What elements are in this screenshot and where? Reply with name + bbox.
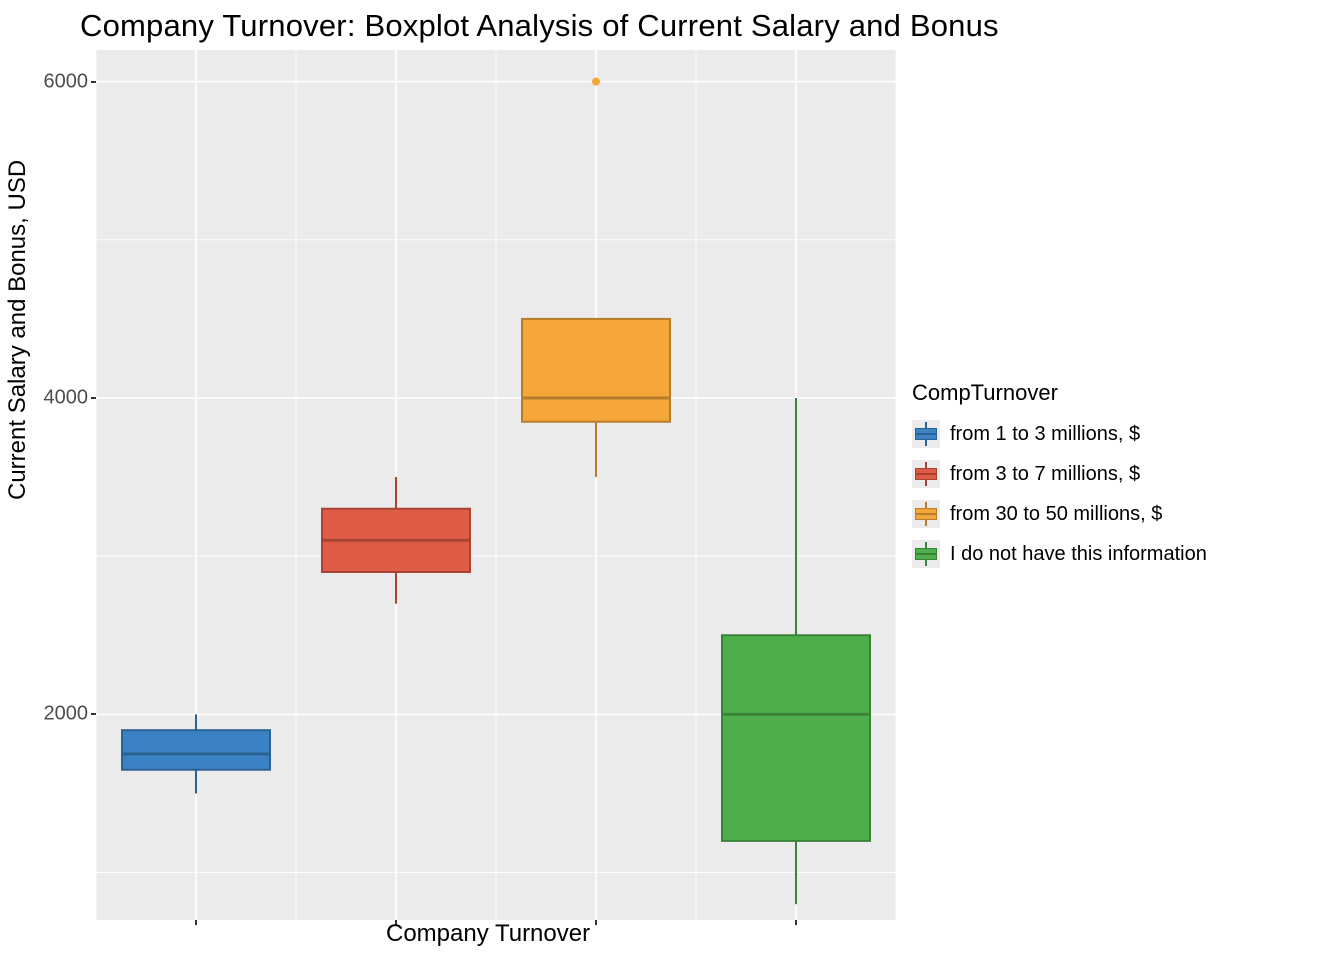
- legend-key-icon: [912, 460, 940, 488]
- y-axis-label: Current Salary and Bonus, USD: [4, 160, 32, 500]
- legend-key-icon: [912, 500, 940, 528]
- y-tick-label: 2000: [44, 703, 89, 726]
- y-tick-label: 4000: [44, 387, 89, 410]
- legend: CompTurnover from 1 to 3 millions, $ from…: [912, 380, 1207, 580]
- legend-label: I do not have this information: [950, 543, 1207, 566]
- boxplot-0: [122, 714, 270, 793]
- x-axis-label: Company Turnover: [386, 920, 590, 948]
- x-tick-mark: [795, 920, 797, 925]
- boxplot-3: [722, 398, 870, 904]
- legend-label: from 1 to 3 millions, $: [950, 423, 1140, 446]
- plot-area: 200040006000: [96, 50, 896, 920]
- legend-item: I do not have this information: [912, 540, 1207, 568]
- y-tick-label: 6000: [44, 70, 89, 93]
- legend-label: from 3 to 7 millions, $: [950, 463, 1140, 486]
- x-tick-mark: [595, 920, 597, 925]
- legend-label: from 30 to 50 millions, $: [950, 503, 1162, 526]
- legend-key-icon: [912, 540, 940, 568]
- legend-key-icon: [912, 420, 940, 448]
- legend-title: CompTurnover: [912, 380, 1207, 406]
- chart-title: Company Turnover: Boxplot Analysis of Cu…: [80, 8, 999, 44]
- legend-item: from 3 to 7 millions, $: [912, 460, 1207, 488]
- y-tick-mark: [91, 713, 96, 715]
- chart-figure: Company Turnover: Boxplot Analysis of Cu…: [0, 0, 1344, 960]
- y-tick-mark: [91, 81, 96, 83]
- legend-item: from 30 to 50 millions, $: [912, 500, 1207, 528]
- boxplot-1: [322, 477, 470, 604]
- x-tick-mark: [195, 920, 197, 925]
- legend-item: from 1 to 3 millions, $: [912, 420, 1207, 448]
- plot-svg: [96, 50, 896, 920]
- outlier-point: [592, 78, 600, 86]
- y-tick-mark: [91, 397, 96, 399]
